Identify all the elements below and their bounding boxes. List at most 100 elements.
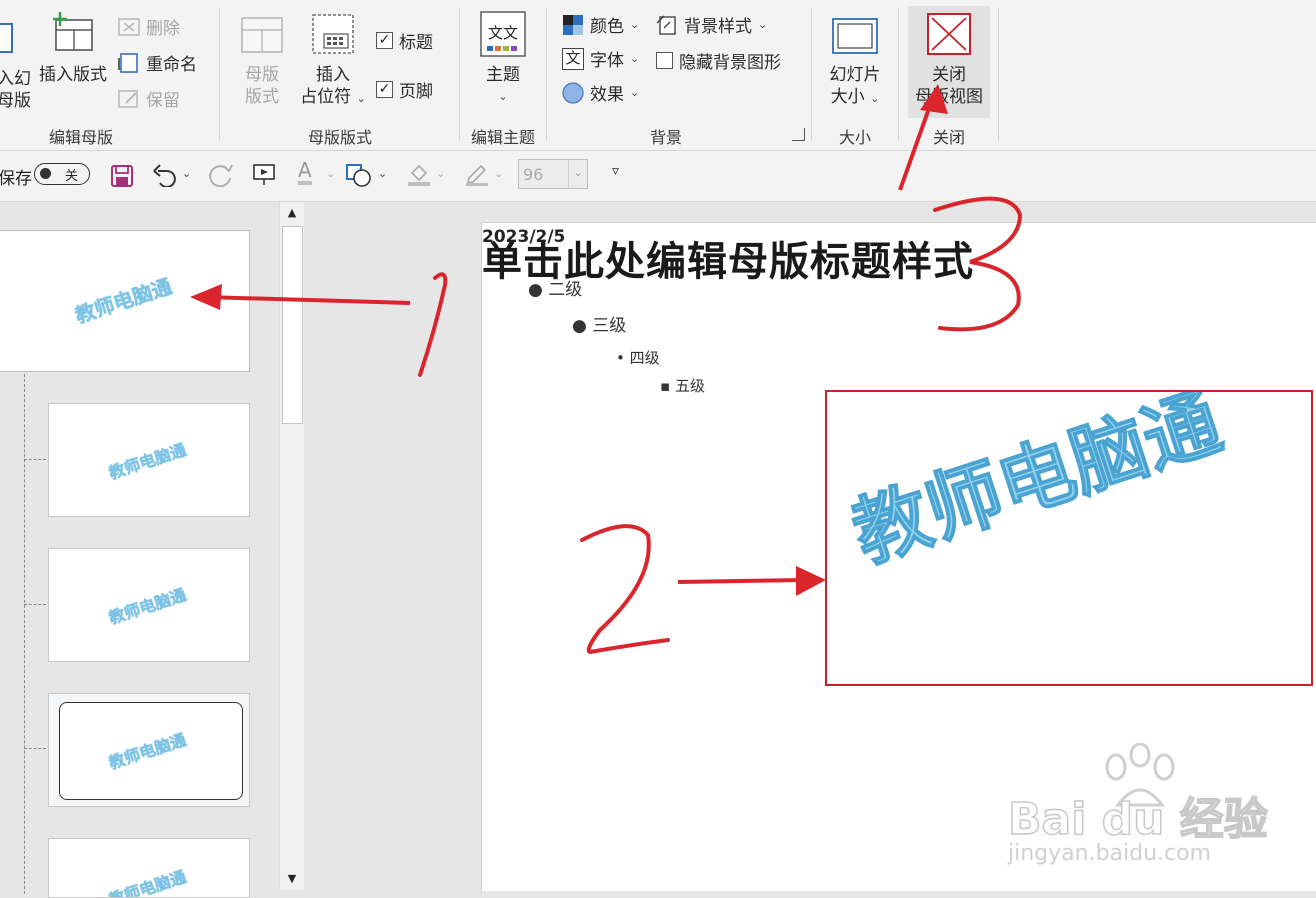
customize-qat-icon[interactable]: ▿	[612, 163, 619, 179]
tree-connector	[24, 748, 46, 749]
level-text: 五级	[674, 377, 705, 395]
toggle-knob-icon	[40, 168, 51, 179]
colors-icon	[563, 14, 583, 35]
master-layout-label-1: 母版	[245, 65, 279, 85]
scroll-thumb[interactable]	[282, 226, 303, 424]
preserve-button[interactable]: 保留	[118, 86, 180, 111]
tree-connector	[24, 459, 46, 460]
slide-size-button[interactable]: 幻灯片 大小 ⌄	[820, 8, 890, 118]
body-level-3[interactable]: ● 三级	[572, 311, 626, 336]
layout-thumbnail[interactable]: 教师电脑通	[48, 693, 250, 807]
layout-thumbnail[interactable]: 教师电脑通	[48, 548, 250, 662]
thumbnail-watermark: 教师电脑通	[106, 440, 189, 483]
checkbox-empty-icon	[656, 52, 673, 69]
preserve-icon	[118, 89, 138, 108]
scroll-up-icon[interactable]: ▲	[280, 202, 304, 224]
undo-dropdown-chevron-icon[interactable]: ⌄	[182, 167, 191, 180]
watermark-highlight-box: 教师电脑通	[825, 390, 1313, 686]
insert-slide-master-button[interactable]: 入幻 母版	[0, 8, 34, 111]
fonts-button[interactable]: 文 字体 ⌄	[562, 46, 639, 71]
themes-label: 主题	[486, 65, 520, 85]
insert-layout-label: 插入版式	[39, 65, 107, 85]
redo-icon[interactable]	[208, 162, 234, 188]
baidu-jingyan-logo: Bai du 经验 jingyan.baidu.com	[1007, 743, 1308, 873]
scroll-down-icon[interactable]: ▼	[280, 868, 304, 890]
chevron-down-icon[interactable]: ⌄	[436, 167, 445, 180]
chevron-down-icon: ⌄	[870, 92, 880, 105]
themes-icon: 文文	[480, 11, 526, 57]
master-layout-label-2: 版式	[245, 87, 279, 107]
tree-connector	[24, 374, 25, 894]
master-layout-group-label: 母版版式	[307, 128, 372, 147]
colors-button[interactable]: 颜色 ⌄	[562, 12, 639, 37]
chevron-down-icon: ⌄	[630, 86, 640, 99]
themes-button[interactable]: 文文 主题 ⌄	[470, 8, 536, 118]
delete-label: 删除	[146, 19, 180, 39]
thumbnail-watermark: 教师电脑通	[106, 585, 189, 628]
close-master-view-label-1: 关闭	[932, 65, 966, 85]
font-size-combo[interactable]: 96 ⌄	[518, 159, 588, 189]
level-text: 三级	[592, 316, 627, 336]
thumbnail-pane: 教师电脑通 教师电脑通 教师电脑通 教师电脑通 教师电脑通	[0, 202, 308, 898]
background-dialog-launcher-icon[interactable]	[792, 128, 805, 141]
hide-background-graphics-checkbox[interactable]: 隐藏背景图形	[656, 48, 781, 73]
rename-button[interactable]: 重命名	[118, 50, 197, 75]
chevron-down-icon[interactable]: ⌄	[568, 160, 587, 188]
insert-slide-master-label-2: 母版	[0, 91, 31, 111]
chevron-down-icon: ⌄	[630, 52, 640, 65]
undo-icon[interactable]	[152, 163, 178, 187]
shape-fill-icon[interactable]	[346, 162, 374, 188]
chevron-down-icon: ⌄	[498, 90, 508, 103]
chevron-down-icon[interactable]: ⌄	[326, 167, 335, 180]
footer-checkbox-label: 页脚	[399, 82, 433, 102]
master-layout-button[interactable]: 母版 版式	[232, 8, 292, 118]
rename-icon	[118, 52, 138, 73]
chevron-down-icon[interactable]: ⌄	[378, 167, 387, 180]
group-divider	[219, 8, 220, 140]
body-level-4[interactable]: • 四级	[616, 347, 660, 368]
body-level-5[interactable]: ▪ 五级	[660, 375, 705, 396]
delete-button[interactable]: 删除	[118, 14, 180, 39]
hide-background-graphics-label: 隐藏背景图形	[679, 53, 781, 73]
group-divider	[546, 8, 547, 140]
thumbnail-scrollbar[interactable]: ▲ ▼	[279, 202, 304, 890]
check-icon: ✓	[376, 81, 393, 98]
insert-slide-master-label-1: 入幻	[0, 69, 31, 89]
autosave-toggle[interactable]: 关	[34, 163, 90, 185]
slide-canvas[interactable]: 2023/2/5 单击此处编辑母版标题样式 ● 二级 ● 三级 • 四级 ▪ 五…	[481, 222, 1316, 891]
master-layout-icon	[241, 17, 283, 53]
group-divider	[459, 8, 460, 140]
footer-checkbox[interactable]: ✓ 页脚	[376, 77, 433, 102]
title-checkbox-label: 标题	[399, 33, 433, 53]
edit-theme-group-label: 编辑主题	[470, 128, 535, 147]
layout-thumbnail[interactable]: 教师电脑通	[48, 838, 250, 898]
group-divider	[998, 8, 999, 140]
title-checkbox[interactable]: ✓ 标题	[376, 28, 433, 53]
close-master-view-icon	[927, 13, 971, 55]
tree-connector	[24, 604, 46, 605]
font-color-icon[interactable]: A	[298, 159, 312, 185]
colors-label: 颜色	[590, 17, 624, 37]
start-from-beginning-icon[interactable]	[252, 163, 276, 187]
insert-placeholder-button[interactable]: 插入 占位符 ⌄	[296, 8, 370, 118]
insert-placeholder-icon	[312, 14, 354, 54]
close-master-view-label-2: 母版视图	[915, 87, 983, 107]
thumbnail-watermark: 教师电脑通	[106, 867, 189, 898]
layout-thumbnail[interactable]: 教师电脑通	[48, 403, 250, 517]
outline-color-icon[interactable]	[464, 161, 490, 187]
insert-placeholder-label-1: 插入	[316, 65, 350, 85]
slide-master-thumbnail[interactable]: 教师电脑通	[0, 230, 250, 372]
body-level-2[interactable]: ● 二级	[528, 275, 582, 300]
chevron-down-icon[interactable]: ⌄	[494, 167, 503, 180]
close-master-view-button[interactable]: 关闭 母版视图	[908, 6, 990, 118]
slide-master-icon	[0, 23, 13, 53]
background-styles-button[interactable]: 背景样式 ⌄	[656, 12, 767, 37]
effects-button[interactable]: 效果 ⌄	[562, 80, 639, 105]
insert-layout-button[interactable]: 插入版式	[36, 8, 110, 88]
rename-label: 重命名	[146, 55, 197, 75]
slide-watermark[interactable]: 教师电脑通	[837, 392, 1232, 583]
effects-label: 效果	[590, 85, 624, 105]
save-icon[interactable]	[110, 164, 134, 188]
chevron-down-icon: ⌄	[758, 18, 768, 31]
fill-color-icon[interactable]	[406, 161, 432, 187]
